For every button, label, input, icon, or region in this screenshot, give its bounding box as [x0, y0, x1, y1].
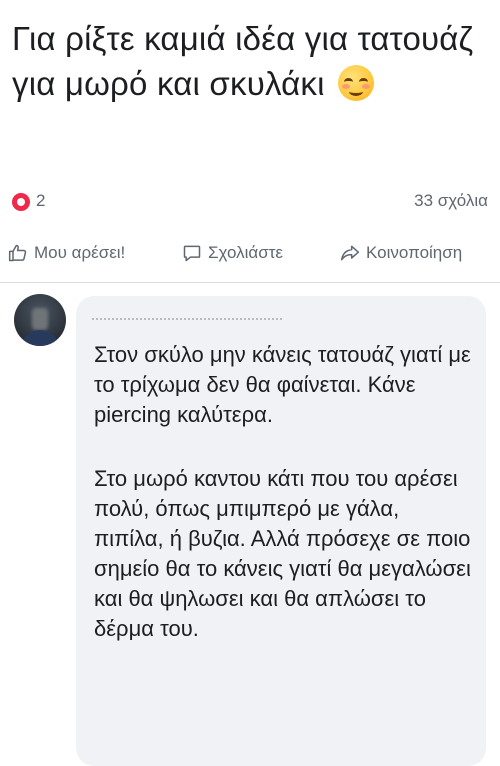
smiling-blush-emoji-icon — [338, 65, 375, 101]
share-arrow-icon — [340, 245, 360, 261]
share-button[interactable]: Κοινοποίηση — [340, 243, 462, 263]
redacted-commenter-name — [92, 318, 282, 324]
thumbs-up-icon — [8, 244, 27, 262]
post-text: Για ρίξτε καμιά ιδέα για τατουάζ για μωρ… — [12, 16, 482, 106]
post-stats: 2 33 σχόλια — [12, 190, 488, 214]
post-text-content: Για ρίξτε καμιά ιδέα για τατουάζ για μωρ… — [12, 20, 474, 102]
like-button[interactable]: Μου αρέσει! — [8, 243, 125, 263]
post-actions-bar: Μου αρέσει! Σχολιάστε Κοινοποίηση — [0, 243, 500, 273]
comment-paragraph: Στο μωρό καντου κάτι που του αρέσει πολύ… — [94, 466, 471, 641]
divider — [0, 282, 500, 283]
comment-label: Σχολιάστε — [208, 243, 283, 262]
share-label: Κοινοποίηση — [366, 243, 463, 262]
comment-paragraph: Στον σκύλο μην κάνεις τατουάζ γιατί με τ… — [94, 342, 471, 427]
comment-bubble: Στον σκύλο μην κάνεις τατουάζ γιατί με τ… — [76, 296, 486, 766]
comment-count-link[interactable]: 33 σχόλια — [414, 191, 488, 211]
comment-text: Στον σκύλο μην κάνεις τατουάζ γιατί με τ… — [94, 340, 474, 678]
comment-button[interactable]: Σχολιάστε — [182, 243, 283, 263]
avatar[interactable] — [14, 294, 66, 346]
like-label: Μου αρέσει! — [34, 243, 126, 262]
comment-icon — [183, 245, 201, 262]
love-reaction-icon[interactable] — [12, 193, 30, 211]
reaction-count[interactable]: 2 — [36, 191, 45, 211]
